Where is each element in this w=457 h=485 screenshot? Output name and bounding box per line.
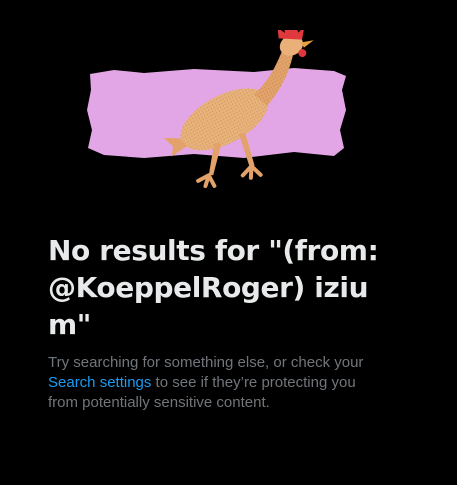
empty-state-title: No results for "(from:@KoeppelRoger) izi… [48,234,379,341]
search-settings-link[interactable]: Search settings [48,374,151,391]
empty-state: No results for "(from:@KoeppelRoger) izi… [48,232,388,413]
rubber-chicken-illustration [87,30,346,189]
search-empty-state-page: No results for "(from:@KoeppelRoger) izi… [0,0,457,485]
empty-state-message: Try searching for something else, or che… [48,353,388,413]
message-text-before-link: Try searching for something else, or che… [48,354,364,371]
